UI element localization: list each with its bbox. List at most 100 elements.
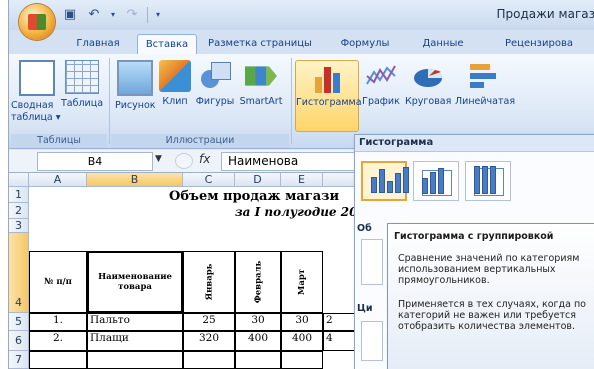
- tab-data[interactable]: Данные: [415, 34, 471, 54]
- shapes-icon: [199, 60, 231, 92]
- tooltip-line: Применяется в тех случаях, когда по: [398, 299, 586, 310]
- column-header-e[interactable]: E: [281, 173, 323, 187]
- header-february: Февраль: [235, 251, 281, 313]
- pie-chart-icon: [412, 60, 444, 92]
- tooltip-title: Гистограмма с группировкой: [394, 231, 554, 242]
- tab-insert[interactable]: Вставка: [137, 34, 197, 55]
- table-cell[interactable]: 4: [323, 331, 357, 351]
- excel-window: ▣ ↶ ▾ ↷ ▾ Продажи магаз Главная Вставка …: [8, 0, 594, 369]
- tooltip-line: отобразить количества элементов.: [398, 321, 576, 332]
- column-header-b[interactable]: B: [87, 173, 183, 187]
- gallery-section-cylinder: Ци: [357, 303, 373, 314]
- chevron-down-icon[interactable]: ▾: [109, 6, 117, 24]
- picture-icon: [117, 60, 153, 96]
- clip-button[interactable]: Клип: [157, 60, 193, 130]
- table-cell[interactable]: 2.: [29, 331, 87, 351]
- header-january: Январь: [183, 251, 235, 313]
- bar-chart-icon: [464, 60, 496, 92]
- group-divider: [291, 58, 292, 144]
- group-divider: [109, 58, 110, 144]
- sheet-subtitle: за I полугодие 20: [235, 205, 358, 219]
- row-header-2[interactable]: 2: [9, 203, 29, 219]
- table-cell[interactable]: [29, 351, 87, 369]
- percent-stacked-column-option[interactable]: [465, 161, 511, 201]
- 3d-column-option[interactable]: [361, 239, 383, 285]
- title-bar: ▣ ↶ ▾ ↷ ▾ Продажи магаз: [9, 0, 594, 30]
- name-box[interactable]: B4: [37, 152, 153, 171]
- save-icon[interactable]: ▣: [61, 6, 79, 24]
- table-cell[interactable]: 400: [235, 331, 281, 351]
- smartart-icon: [245, 66, 277, 86]
- office-logo-icon: [28, 14, 46, 30]
- undo-icon[interactable]: ↶: [85, 6, 103, 24]
- office-button[interactable]: [19, 4, 55, 40]
- expand-icon[interactable]: [175, 153, 193, 169]
- table-cell[interactable]: 400: [281, 331, 323, 351]
- picture-button[interactable]: Рисунок: [115, 60, 156, 130]
- bar-chart-button[interactable]: Линейчатая: [455, 60, 515, 130]
- table-cell[interactable]: 1.: [29, 313, 87, 331]
- pie-chart-button[interactable]: Круговая: [405, 60, 451, 130]
- chevron-down-icon[interactable]: ▼: [155, 154, 162, 164]
- tab-review[interactable]: Рецензирова: [505, 34, 594, 54]
- clustered-column-option[interactable]: [361, 161, 409, 201]
- group-label-illustrations: Иллюстрации: [111, 134, 289, 148]
- cylinder-option[interactable]: [361, 321, 383, 361]
- table-icon: [65, 60, 99, 94]
- row-header-4[interactable]: 4: [9, 233, 29, 313]
- clip-icon: [159, 60, 191, 92]
- tooltip-line: прямоугольников.: [398, 275, 490, 286]
- ribbon-tabs: Главная Вставка Разметка страницы Формул…: [9, 30, 594, 55]
- select-all-corner[interactable]: [9, 173, 29, 187]
- shapes-button[interactable]: Фигуры: [195, 60, 235, 130]
- header-name[interactable]: Наименование товара: [87, 251, 183, 313]
- column-header-a[interactable]: A: [29, 173, 87, 187]
- redo-icon[interactable]: ↷: [123, 6, 141, 24]
- quick-access-toolbar: ▣ ↶ ▾ ↷ ▾: [61, 5, 162, 25]
- row-header-3[interactable]: 3: [9, 219, 29, 233]
- pivot-table-button[interactable]: Сводная таблица ▾: [11, 60, 61, 130]
- header-num: № п/п: [29, 251, 87, 313]
- table-cell[interactable]: [235, 351, 281, 369]
- group-label-tables: Таблицы: [11, 134, 107, 148]
- table-cell[interactable]: Пальто: [87, 313, 183, 331]
- row-header-5[interactable]: 5: [9, 313, 29, 331]
- tab-page-layout[interactable]: Разметка страницы: [205, 34, 315, 54]
- chart-tooltip: Гистограмма с группировкой Сравнение зна…: [387, 223, 594, 369]
- toolbar-divider: [147, 7, 148, 23]
- tab-home[interactable]: Главная: [69, 34, 127, 54]
- customize-icon[interactable]: ▾: [154, 6, 162, 24]
- sheet-title: Объем продаж магази: [169, 189, 340, 204]
- insert-function-button[interactable]: fx: [199, 152, 210, 166]
- column-header-d[interactable]: D: [235, 173, 281, 187]
- tooltip-line: Сравнение значений по категориям: [398, 253, 580, 264]
- gallery-section-3d: Об: [357, 223, 372, 234]
- smartart-button[interactable]: SmartArt: [237, 60, 285, 130]
- table-button[interactable]: Таблица: [61, 60, 103, 130]
- table-cell[interactable]: Плащи: [87, 331, 183, 351]
- window-title: Продажи магаз: [496, 7, 594, 21]
- table-cell[interactable]: [281, 351, 323, 369]
- table-cell[interactable]: [183, 351, 235, 369]
- tab-formulas[interactable]: Формулы: [335, 34, 395, 54]
- line-chart-icon: [365, 60, 397, 92]
- table-cell[interactable]: [87, 351, 183, 369]
- table-cell[interactable]: 30: [281, 313, 323, 331]
- column-header-c[interactable]: C: [183, 173, 235, 187]
- tooltip-line: категорий не важен или требуется: [398, 310, 576, 321]
- table-cell[interactable]: 25: [183, 313, 235, 331]
- row-header-1[interactable]: 1: [9, 187, 29, 203]
- row-header-7[interactable]: 7: [9, 351, 29, 369]
- column-chart-icon: [311, 61, 343, 93]
- table-cell[interactable]: 30: [235, 313, 281, 331]
- row-header-6[interactable]: 6: [9, 331, 29, 351]
- table-cell[interactable]: 320: [183, 331, 235, 351]
- gallery-header: Гистограмма: [355, 135, 594, 152]
- column-chart-button[interactable]: Гистограмма: [295, 60, 362, 132]
- line-chart-button[interactable]: График: [359, 60, 403, 130]
- tooltip-line: использованием вертикальных: [398, 264, 556, 275]
- stacked-column-option[interactable]: [413, 161, 459, 201]
- table-cell[interactable]: 2: [323, 313, 357, 331]
- header-march: Март: [281, 251, 323, 313]
- pivot-table-icon: [19, 60, 55, 96]
